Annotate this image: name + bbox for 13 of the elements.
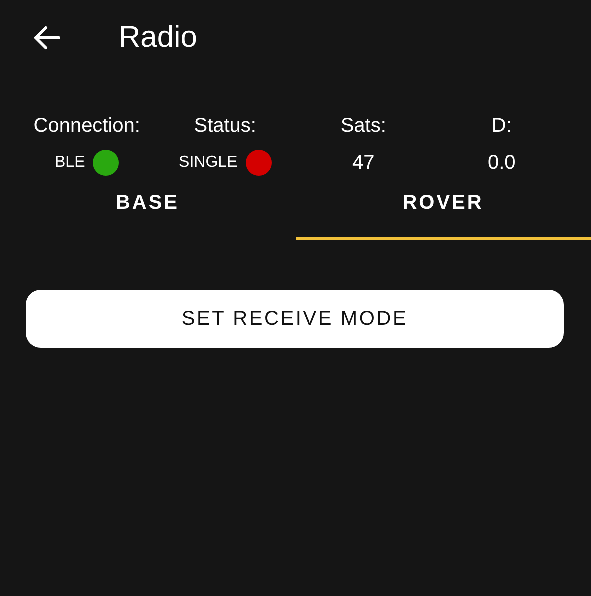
stat-value: SINGLE [179, 154, 238, 172]
screen-title: Radio [119, 21, 198, 55]
stat-label: Connection: [34, 114, 140, 138]
stat-value: 0.0 [488, 152, 516, 174]
tab[interactable]: ROVER [296, 184, 591, 240]
stat-label: Status: [194, 114, 256, 138]
stat-label: D: [492, 114, 512, 138]
tab[interactable]: BASE [0, 184, 296, 240]
stat-label: Sats: [340, 114, 386, 138]
set-receive-mode-button[interactable]: SET RECEIVE MODE [26, 290, 564, 348]
stat-value: 47 [352, 152, 375, 174]
stat-value: BLE [55, 154, 86, 172]
back-arrow-icon[interactable] [33, 26, 61, 50]
